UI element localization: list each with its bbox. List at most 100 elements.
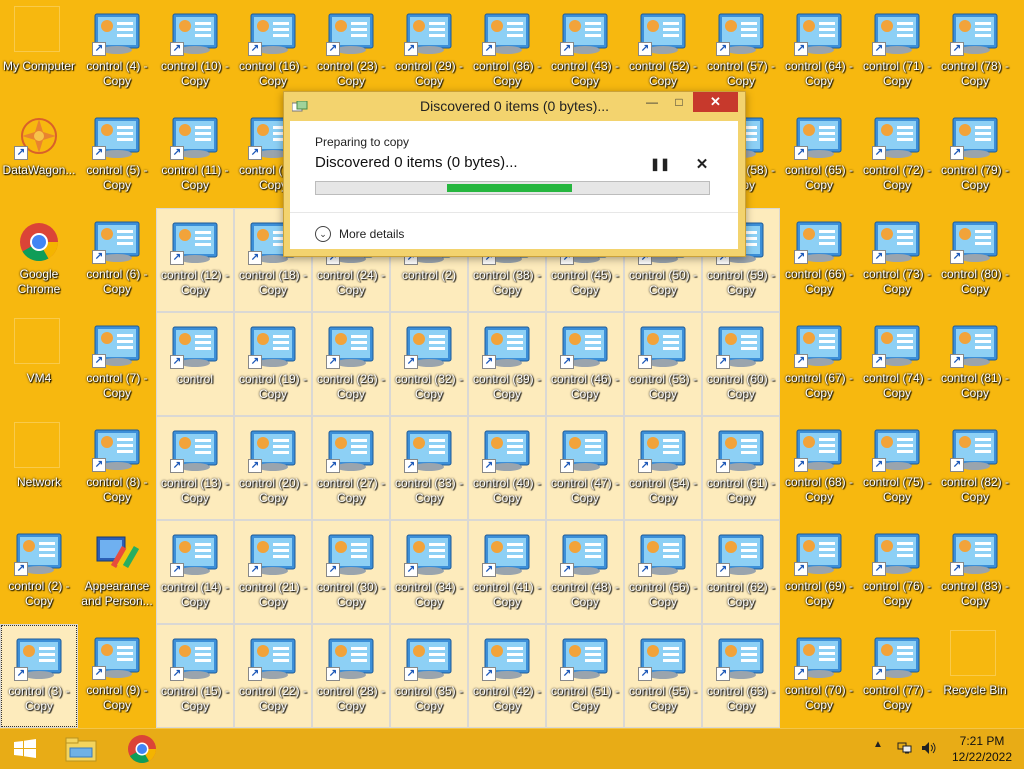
appearance-icon (92, 532, 142, 576)
chrome-icon[interactable] (120, 733, 164, 765)
desktop-icon-control-67-copy[interactable]: ↗ control (67) - Copy (780, 312, 858, 416)
desktop-icon-control-66-copy[interactable]: ↗ control (66) - Copy (780, 208, 858, 312)
control-panel-icon: ↗ (92, 220, 142, 264)
desktop-icon-control-63-copy[interactable]: ↗ control (63) - Copy (702, 624, 780, 728)
desktop-icon-control-48-copy[interactable]: ↗ control (48) - Copy (546, 520, 624, 624)
file-explorer-icon[interactable] (60, 733, 104, 765)
desktop-icon-control-39-copy[interactable]: ↗ control (39) - Copy (468, 312, 546, 416)
desktop-icon-control-12-copy[interactable]: ↗ control (12) - Copy (156, 208, 234, 312)
desktop-icon-control-6-copy[interactable]: ↗ control (6) - Copy (78, 208, 156, 312)
desktop-icon-control-26-copy[interactable]: ↗ control (26) - Copy (312, 312, 390, 416)
desktop-icon-control-82-copy[interactable]: ↗ control (82) - Copy (936, 416, 1014, 520)
desktop-icon-control-35-copy[interactable]: ↗ control (35) - Copy (390, 624, 468, 728)
desktop-icon-control-57-copy[interactable]: ↗ control (57) - Copy (702, 0, 780, 104)
desktop-icon-control-22-copy[interactable]: ↗ control (22) - Copy (234, 624, 312, 728)
desktop-icon-control-75-copy[interactable]: ↗ control (75) - Copy (858, 416, 936, 520)
desktop-icon-control-3-copy[interactable]: ↗ control (3) - Copy (0, 624, 78, 728)
desktop-icon-control-27-copy[interactable]: ↗ control (27) - Copy (312, 416, 390, 520)
minimize-button[interactable]: — (639, 92, 665, 112)
clock[interactable]: 7:21 PM 12/22/2022 (946, 733, 1018, 765)
desktop-icon-label: control (35) - Copy (394, 684, 464, 713)
desktop-icon-my-computer[interactable]: My Computer (0, 0, 78, 104)
desktop-icon-control-69-copy[interactable]: ↗ control (69) - Copy (780, 520, 858, 624)
pause-button[interactable]: ❚❚ (650, 157, 670, 173)
desktop-icon-control-30-copy[interactable]: ↗ control (30) - Copy (312, 520, 390, 624)
desktop-icon-control-72-copy[interactable]: ↗ control (72) - Copy (858, 104, 936, 208)
desktop-icon-control-34-copy[interactable]: ↗ control (34) - Copy (390, 520, 468, 624)
desktop-icon-control-47-copy[interactable]: ↗ control (47) - Copy (546, 416, 624, 520)
desktop-icon-control-78-copy[interactable]: ↗ control (78) - Copy (936, 0, 1014, 104)
desktop-icon-control-74-copy[interactable]: ↗ control (74) - Copy (858, 312, 936, 416)
desktop-icon-control-52-copy[interactable]: ↗ control (52) - Copy (624, 0, 702, 104)
maximize-button[interactable]: □ (666, 92, 692, 112)
desktop-icon-control-42-copy[interactable]: ↗ control (42) - Copy (468, 624, 546, 728)
desktop-icon-control-23-copy[interactable]: ↗ control (23) - Copy (312, 0, 390, 104)
desktop-icon-control-2-copy[interactable]: ↗ control (2) - Copy (0, 520, 78, 624)
desktop-icon-control-79-copy[interactable]: ↗ control (79) - Copy (936, 104, 1014, 208)
desktop-icon-control-64-copy[interactable]: ↗ control (64) - Copy (780, 0, 858, 104)
desktop-icon-control-61-copy[interactable]: ↗ control (61) - Copy (702, 416, 780, 520)
desktop-icon-datawagon[interactable]: ↗ DataWagon... (0, 104, 78, 208)
desktop-icon-control-13-copy[interactable]: ↗ control (13) - Copy (156, 416, 234, 520)
desktop-icon-control-10-copy[interactable]: ↗ control (10) - Copy (156, 0, 234, 104)
desktop-icon-label: control (4) - Copy (86, 59, 148, 88)
desktop-icon-control-62-copy[interactable]: ↗ control (62) - Copy (702, 520, 780, 624)
desktop-icon-control-70-copy[interactable]: ↗ control (70) - Copy (780, 624, 858, 728)
desktop-icon-vm4[interactable]: VM4 (0, 312, 78, 416)
control-panel-icon: ↗ (872, 12, 922, 56)
desktop-icon-control-4-copy[interactable]: ↗ control (4) - Copy (78, 0, 156, 104)
desktop-icon-control-36-copy[interactable]: ↗ control (36) - Copy (468, 0, 546, 104)
desktop-icon-label: control (76) - Copy (862, 579, 932, 608)
desktop-icon-control-7-copy[interactable]: ↗ control (7) - Copy (78, 312, 156, 416)
desktop-icon-control-77-copy[interactable]: ↗ control (77) - Copy (858, 624, 936, 728)
desktop-icon-appearance-and-person[interactable]: Appearance and Person... (78, 520, 156, 624)
desktop-icon-control-9-copy[interactable]: ↗ control (9) - Copy (78, 624, 156, 728)
desktop-icon-google-chrome[interactable]: Google Chrome (0, 208, 78, 312)
desktop-icon-control-65-copy[interactable]: ↗ control (65) - Copy (780, 104, 858, 208)
desktop-icon-control-16-copy[interactable]: ↗ control (16) - Copy (234, 0, 312, 104)
desktop-icon-control-5-copy[interactable]: ↗ control (5) - Copy (78, 104, 156, 208)
desktop-icon-control-43-copy[interactable]: ↗ control (43) - Copy (546, 0, 624, 104)
network-icon[interactable] (897, 741, 913, 755)
desktop-icon-control-19-copy[interactable]: ↗ control (19) - Copy (234, 312, 312, 416)
start-icon[interactable] (8, 736, 42, 762)
desktop-icon-control-51-copy[interactable]: ↗ control (51) - Copy (546, 624, 624, 728)
desktop-icon-control-83-copy[interactable]: ↗ control (83) - Copy (936, 520, 1014, 624)
close-button[interactable]: ✕ (693, 92, 738, 112)
desktop-icon-control-8-copy[interactable]: ↗ control (8) - Copy (78, 416, 156, 520)
desktop-icon-control-73-copy[interactable]: ↗ control (73) - Copy (858, 208, 936, 312)
desktop-icon-control-46-copy[interactable]: ↗ control (46) - Copy (546, 312, 624, 416)
volume-icon[interactable] (921, 741, 937, 755)
desktop-icon-control-56-copy[interactable]: ↗ control (56) - Copy (624, 520, 702, 624)
desktop-icon-control-80-copy[interactable]: ↗ control (80) - Copy (936, 208, 1014, 312)
desktop-icon-control-68-copy[interactable]: ↗ control (68) - Copy (780, 416, 858, 520)
desktop-icon-control-81-copy[interactable]: ↗ control (81) - Copy (936, 312, 1014, 416)
control-panel-icon: ↗ (794, 428, 844, 472)
desktop-icon-control[interactable]: ↗ control (156, 312, 234, 416)
desktop-icon-control-29-copy[interactable]: ↗ control (29) - Copy (390, 0, 468, 104)
desktop-icon-control-11-copy[interactable]: ↗ control (11) - Copy (156, 104, 234, 208)
desktop-icon-control-15-copy[interactable]: ↗ control (15) - Copy (156, 624, 234, 728)
desktop-icon-control-40-copy[interactable]: ↗ control (40) - Copy (468, 416, 546, 520)
copy-dialog[interactable]: Discovered 0 items (0 bytes)... — □ ✕ Pr… (283, 91, 746, 257)
cancel-button[interactable]: ✕ (694, 155, 710, 173)
desktop-icon-control-14-copy[interactable]: ↗ control (14) - Copy (156, 520, 234, 624)
tray-expand-icon[interactable]: ▲ (873, 739, 883, 750)
desktop-icon-control-76-copy[interactable]: ↗ control (76) - Copy (858, 520, 936, 624)
desktop-icon-network[interactable]: Network (0, 416, 78, 520)
desktop-icon-control-33-copy[interactable]: ↗ control (33) - Copy (390, 416, 468, 520)
desktop-icon-control-53-copy[interactable]: ↗ control (53) - Copy (624, 312, 702, 416)
control-panel-icon: ↗ (248, 12, 298, 56)
more-details-button[interactable]: ⌄ More details (315, 224, 404, 244)
desktop-icon-control-54-copy[interactable]: ↗ control (54) - Copy (624, 416, 702, 520)
desktop-icon-control-20-copy[interactable]: ↗ control (20) - Copy (234, 416, 312, 520)
desktop-icon-control-41-copy[interactable]: ↗ control (41) - Copy (468, 520, 546, 624)
desktop-icon-recycle-bin[interactable]: Recycle Bin (936, 624, 1014, 728)
desktop-icon-control-55-copy[interactable]: ↗ control (55) - Copy (624, 624, 702, 728)
desktop-icon-control-71-copy[interactable]: ↗ control (71) - Copy (858, 0, 936, 104)
desktop-icon-control-28-copy[interactable]: ↗ control (28) - Copy (312, 624, 390, 728)
control-panel-icon: ↗ (170, 325, 220, 369)
desktop-icon-control-32-copy[interactable]: ↗ control (32) - Copy (390, 312, 468, 416)
desktop-icon-control-21-copy[interactable]: ↗ control (21) - Copy (234, 520, 312, 624)
desktop-icon-control-60-copy[interactable]: ↗ control (60) - Copy (702, 312, 780, 416)
